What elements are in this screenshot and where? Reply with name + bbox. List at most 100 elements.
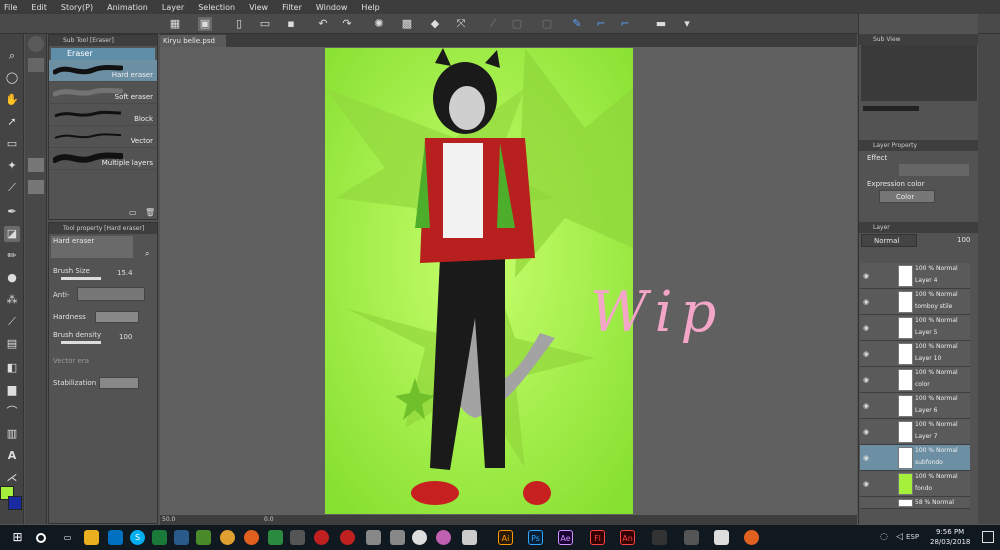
ruler-blue-icon[interactable]: ⌐ [594,17,608,31]
pencil-icon[interactable]: ✏ [4,248,20,264]
airbrush-icon[interactable]: ⁂ [4,292,20,308]
layer-row[interactable]: ◉ 100 % Normal tomboy stile [860,289,970,315]
app-icon[interactable] [366,530,381,545]
animate-icon[interactable]: An [620,530,635,545]
menu-layer[interactable]: Layer [162,3,184,12]
blender-icon[interactable] [744,530,759,545]
windows-start-icon[interactable]: ⊞ [10,530,25,545]
pen-blue-icon[interactable]: ✎ [570,17,584,31]
blend-icon[interactable]: ● [4,270,20,286]
dropdown-icon[interactable]: ▾ [680,17,694,31]
eye-icon[interactable]: ◉ [863,480,871,488]
color-wheel-icon[interactable] [28,36,44,52]
gradient-icon[interactable]: ▆ [4,382,20,398]
anti-alias-selector[interactable] [77,287,145,301]
subtool-group-tab[interactable]: Eraser [51,48,155,60]
skype-icon[interactable]: S [130,530,145,545]
app-icon[interactable] [290,530,305,545]
notification-icon[interactable] [982,531,994,543]
panel-icon[interactable] [28,180,44,194]
menu-selection[interactable]: Selection [198,3,235,12]
zoom-value[interactable]: 50.0 [162,515,175,525]
density-slider[interactable] [61,341,101,344]
eye-icon[interactable]: ◉ [863,454,871,462]
illustrator-icon[interactable]: Ai [498,530,513,545]
display-icon[interactable]: ▬ [654,17,668,31]
app-icon[interactable] [340,530,355,545]
brush-size-slider[interactable] [61,277,101,280]
menu-animation[interactable]: Animation [107,3,148,12]
search-icon[interactable] [36,533,46,543]
app-icon[interactable] [684,530,699,545]
brush-icon[interactable]: ⟋ [4,314,20,330]
network-icon[interactable]: ◌ [880,532,892,544]
layer-row[interactable]: ◉ 100 % Normal fondo [860,471,970,497]
eye-icon[interactable]: ◉ [863,350,871,358]
layer-row[interactable]: ◉ 100 % Normal Layer 10 [860,341,970,367]
layer-row[interactable]: ◉ 100 % Normal Layer 6 [860,393,970,419]
eye-icon[interactable]: ◉ [863,298,871,306]
decoration-icon[interactable]: ▤ [4,336,20,352]
undo-icon[interactable]: ↶ [316,17,330,31]
layer-row[interactable]: 58 % Normal [860,497,970,509]
brush-size-value[interactable]: 15.4 [117,269,133,277]
app-icon[interactable] [174,530,189,545]
panel-icon[interactable] [28,58,44,72]
flash-icon[interactable]: Fl [590,530,605,545]
brush-item[interactable]: Multiple layers [49,148,157,170]
disabled-icon-2[interactable]: ▢ [510,17,524,31]
app-icon[interactable] [436,530,451,545]
brush-item[interactable]: Soft eraser [49,82,157,104]
eraser-tool-icon[interactable]: ◪ [4,226,20,242]
layer-row[interactable]: ◉ 100 % Normal Layer 7 [860,419,970,445]
move-icon[interactable]: ➚ [4,114,20,130]
layer-row[interactable]: ◉ 100 % Normal color [860,367,970,393]
eye-icon[interactable]: ◉ [863,324,871,332]
artwork-canvas[interactable] [325,48,633,514]
zoom-icon[interactable]: ⌕ [4,48,20,64]
document-tab[interactable]: Kiryu belle.psd [160,35,226,47]
save-icon[interactable]: ▪ [284,17,298,31]
google-drive-icon[interactable] [268,530,283,545]
app-icon[interactable] [152,530,167,545]
eye-icon[interactable]: ◉ [863,376,871,384]
clear-icon[interactable]: ▩ [400,17,414,31]
app-icon[interactable] [314,530,329,545]
lasso-icon[interactable]: ◯ [4,70,20,86]
frame-icon[interactable]: ▥ [4,426,20,442]
clock-date[interactable]: 28/03/2018 [930,538,970,546]
redo-icon[interactable]: ↷ [340,17,354,31]
opacity-value[interactable]: 100 [957,236,970,244]
hand-icon[interactable]: ✋ [4,92,20,108]
disabled-icon-3[interactable]: ▢ [540,17,554,31]
angle-value[interactable]: 0.0 [264,515,274,525]
photoshop-icon[interactable]: Ps [528,530,543,545]
disabled-icon-1[interactable]: ⁄ [486,17,500,31]
expression-color-select[interactable]: Color [879,190,935,203]
app-icon[interactable] [196,530,211,545]
grid-icon[interactable]: ▦ [168,17,182,31]
trash-icon[interactable]: 🗑 [145,208,155,217]
new-file-icon[interactable]: ▯ [232,17,246,31]
correct-line-icon[interactable]: ⋌ [4,470,20,486]
eraser-icon[interactable]: ◆ [428,17,442,31]
search-icon[interactable]: ⌕ [145,249,149,259]
magic-wand-icon[interactable]: ✦ [4,158,20,174]
new-subtool-icon[interactable]: ▭ [129,208,137,217]
snap-blue-icon[interactable]: ⌐ [618,17,632,31]
pen-icon[interactable]: ✒ [4,204,20,220]
menu-window[interactable]: Window [316,3,348,12]
app-icon[interactable] [714,530,729,545]
chrome-icon[interactable] [220,530,235,545]
blend-mode-select[interactable]: Normal [861,234,917,247]
menu-file[interactable]: File [4,3,17,12]
transform-icon[interactable]: ⤧ [454,17,468,31]
stabilization-selector[interactable] [99,377,139,389]
eyedropper-icon[interactable]: ⟋ [4,180,20,196]
select-rect-icon[interactable]: ▭ [4,136,20,152]
app-icon[interactable] [652,530,667,545]
clock-time[interactable]: 9:56 PM [936,528,964,536]
eye-icon[interactable]: ◉ [863,428,871,436]
eye-icon[interactable]: ◉ [863,402,871,410]
hardness-selector[interactable] [95,311,139,323]
